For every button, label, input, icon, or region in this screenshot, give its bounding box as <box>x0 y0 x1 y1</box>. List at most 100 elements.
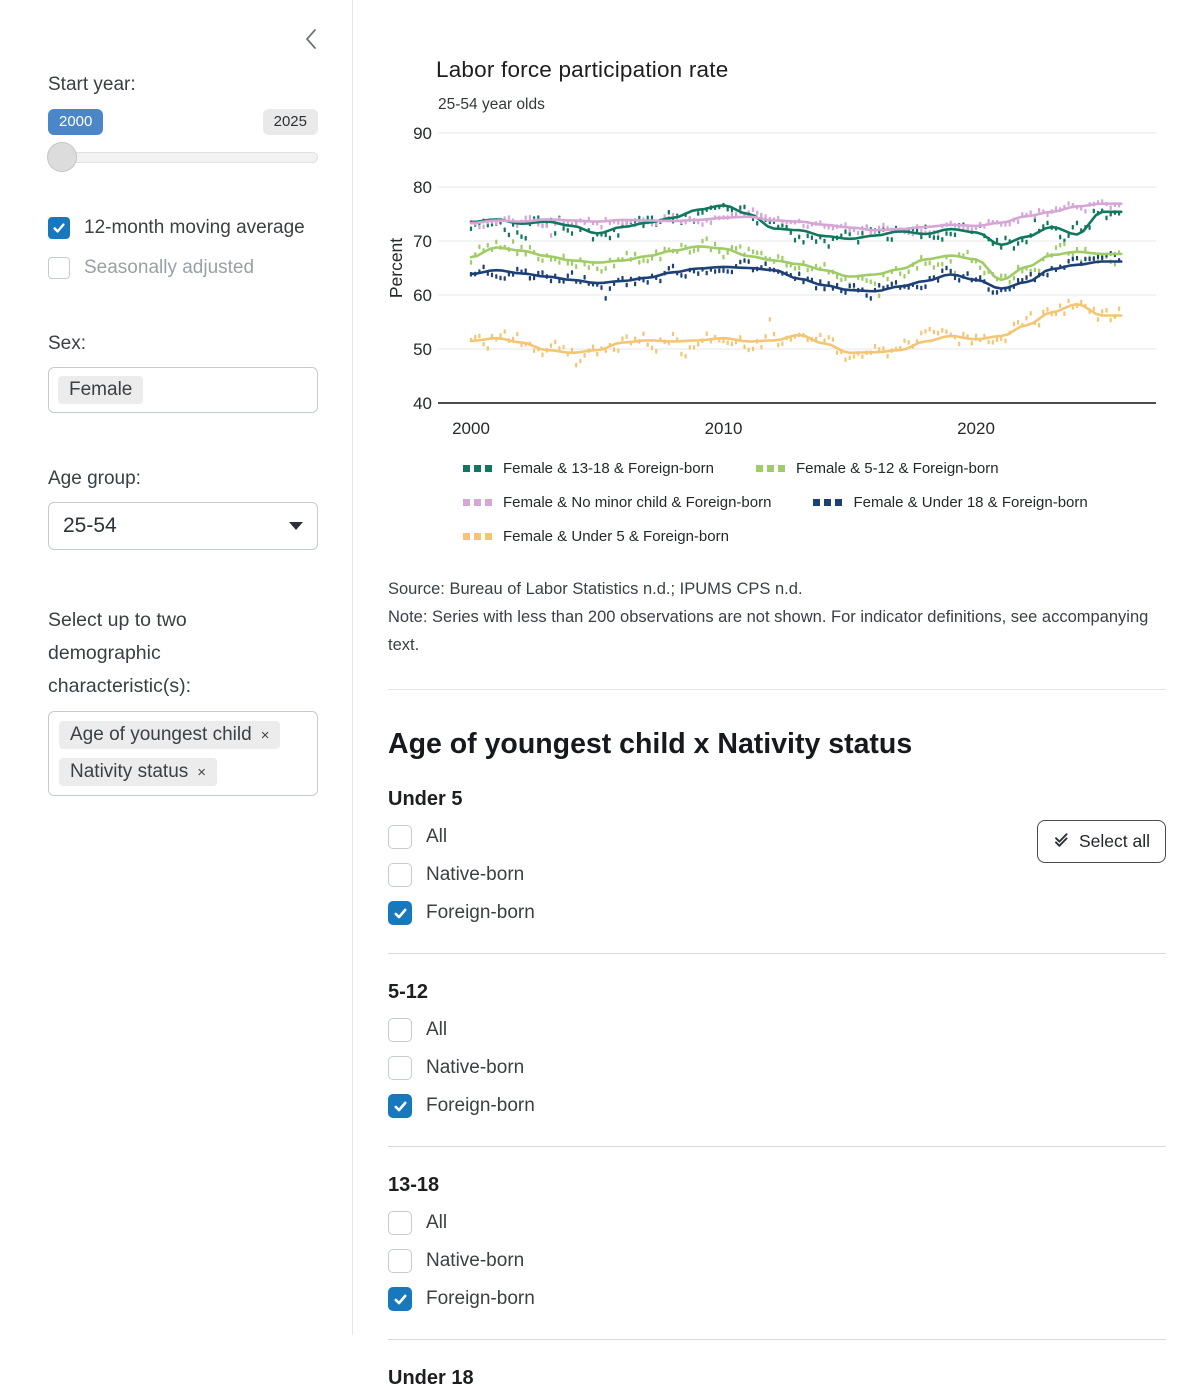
group-under-5: Under 5 All Native-born Foreign-born <box>388 788 1166 954</box>
legend-label: Female & 5-12 & Foreign-born <box>796 460 999 477</box>
remove-chip-icon[interactable]: × <box>261 727 270 744</box>
group-under-18: Under 18 <box>388 1367 1166 1390</box>
series-swatch-navy <box>813 499 842 506</box>
demographics-label: Select up to two demographic characteris… <box>48 604 273 702</box>
svg-text:2010: 2010 <box>705 419 743 438</box>
select-all-label: Select all <box>1079 831 1150 852</box>
demo-chip-nativity-status: Nativity status × <box>59 758 217 786</box>
seasonally-adjusted-row: Seasonally adjusted <box>48 257 317 279</box>
chart-notes: Source: Bureau of Labor Statistics n.d.;… <box>388 575 1166 659</box>
legend-label: Female & No minor child & Foreign-born <box>503 494 771 511</box>
moving-average-checkbox[interactable] <box>48 217 70 239</box>
all-checkbox[interactable] <box>388 1211 412 1235</box>
group-title: Under 18 <box>388 1367 1166 1390</box>
start-year-label: Start year: <box>48 74 317 96</box>
sex-chip: Female <box>58 376 143 404</box>
option-label[interactable]: Foreign-born <box>426 902 535 924</box>
collapse-sidebar-button[interactable] <box>300 28 322 52</box>
legend-label: Female & Under 5 & Foreign-born <box>503 528 729 545</box>
legend-item: Female & No minor child & Foreign-born <box>463 494 771 511</box>
native-born-checkbox[interactable] <box>388 863 412 887</box>
group-13-18: 13-18 All Native-born Foreign-born <box>388 1174 1166 1340</box>
end-year-value-badge: 2025 <box>263 109 318 135</box>
double-check-icon <box>1053 830 1071 853</box>
seasonally-adjusted-checkbox[interactable] <box>48 257 70 279</box>
series-swatch-teal <box>463 465 492 472</box>
lfpr-chart: 40 50 60 70 80 90 2000 2010 2020 Percent <box>388 118 1166 448</box>
series-swatch-yellow <box>463 533 492 540</box>
start-year-slider[interactable] <box>48 152 318 163</box>
svg-text:40: 40 <box>413 394 432 413</box>
chart-title: Labor force participation rate <box>436 57 1197 83</box>
section-title: Age of youngest child x Nativity status <box>388 728 1166 761</box>
start-year-value-badge: 2000 <box>48 109 103 135</box>
filters-sidebar: Start year: 2000 2025 12-month moving av… <box>0 0 353 1335</box>
option-row: All <box>388 1018 1166 1042</box>
series-swatch-green <box>756 465 785 472</box>
chevron-down-icon <box>289 522 303 530</box>
svg-text:2020: 2020 <box>957 419 995 438</box>
section-divider <box>388 689 1166 690</box>
svg-text:50: 50 <box>413 340 432 359</box>
option-label[interactable]: Foreign-born <box>426 1288 535 1310</box>
group-title: Under 5 <box>388 788 1166 811</box>
group-divider <box>388 953 1166 954</box>
all-checkbox[interactable] <box>388 1018 412 1042</box>
svg-text:80: 80 <box>413 178 432 197</box>
remove-chip-icon[interactable]: × <box>197 764 206 781</box>
foreign-born-checkbox[interactable] <box>388 1094 412 1118</box>
legend-label: Female & Under 18 & Foreign-born <box>853 494 1087 511</box>
group-divider <box>388 1339 1166 1340</box>
seasonally-adjusted-label[interactable]: Seasonally adjusted <box>84 257 254 279</box>
option-row: Foreign-born <box>388 1094 1166 1118</box>
legend-label: Female & 13-18 & Foreign-born <box>503 460 714 477</box>
source-text: Source: Bureau of Labor Statistics n.d.;… <box>388 575 1166 603</box>
legend-item: Female & 5-12 & Foreign-born <box>756 460 999 477</box>
demographics-multiselect[interactable]: Age of youngest child × Nativity status × <box>48 711 318 796</box>
slider-thumb[interactable] <box>47 142 77 172</box>
sex-multiselect[interactable]: Female <box>48 367 318 413</box>
svg-text:60: 60 <box>413 286 432 305</box>
moving-average-row: 12-month moving average <box>48 217 317 239</box>
svg-text:2000: 2000 <box>452 419 490 438</box>
age-group-value: 25-54 <box>63 514 117 538</box>
sex-label: Sex: <box>48 333 317 355</box>
option-label[interactable]: Native-born <box>426 1057 524 1079</box>
option-row: Native-born <box>388 1056 1166 1080</box>
chip-label: Age of youngest child <box>70 724 252 745</box>
svg-text:90: 90 <box>413 124 432 143</box>
moving-average-label[interactable]: 12-month moving average <box>84 217 305 239</box>
foreign-born-checkbox[interactable] <box>388 901 412 925</box>
option-label[interactable]: Native-born <box>426 864 524 886</box>
chip-label: Nativity status <box>70 761 188 782</box>
option-row: Native-born <box>388 863 1166 887</box>
option-label[interactable]: All <box>426 1019 447 1041</box>
group-title: 5-12 <box>388 981 1166 1004</box>
group-divider <box>388 1146 1166 1147</box>
option-row: Native-born <box>388 1249 1166 1273</box>
option-label[interactable]: Native-born <box>426 1250 524 1272</box>
legend-item: Female & 13-18 & Foreign-born <box>463 460 714 477</box>
chevron-left-icon <box>303 38 319 53</box>
svg-text:70: 70 <box>413 232 432 251</box>
option-label[interactable]: Foreign-born <box>426 1095 535 1117</box>
svg-text:Percent: Percent <box>388 238 406 298</box>
select-all-button[interactable]: Select all <box>1037 820 1166 863</box>
group-title: 13-18 <box>388 1174 1166 1197</box>
legend-item: Female & Under 18 & Foreign-born <box>813 494 1087 511</box>
option-row: All <box>388 1211 1166 1235</box>
series-swatch-pink <box>463 499 492 506</box>
chart-subtitle: 25-54 year olds <box>438 96 1197 114</box>
native-born-checkbox[interactable] <box>388 1249 412 1273</box>
option-label[interactable]: All <box>426 1212 447 1234</box>
age-group-label: Age group: <box>48 468 317 490</box>
group-5-12: 5-12 All Native-born Foreign-born <box>388 981 1166 1147</box>
native-born-checkbox[interactable] <box>388 1056 412 1080</box>
note-text: Note: Series with less than 200 observat… <box>388 603 1166 659</box>
all-checkbox[interactable] <box>388 825 412 849</box>
foreign-born-checkbox[interactable] <box>388 1287 412 1311</box>
checkbox-section: Age of youngest child x Nativity status … <box>388 728 1166 1390</box>
option-row: Foreign-born <box>388 1287 1166 1311</box>
option-label[interactable]: All <box>426 826 447 848</box>
age-group-select[interactable]: 25-54 <box>48 502 318 550</box>
